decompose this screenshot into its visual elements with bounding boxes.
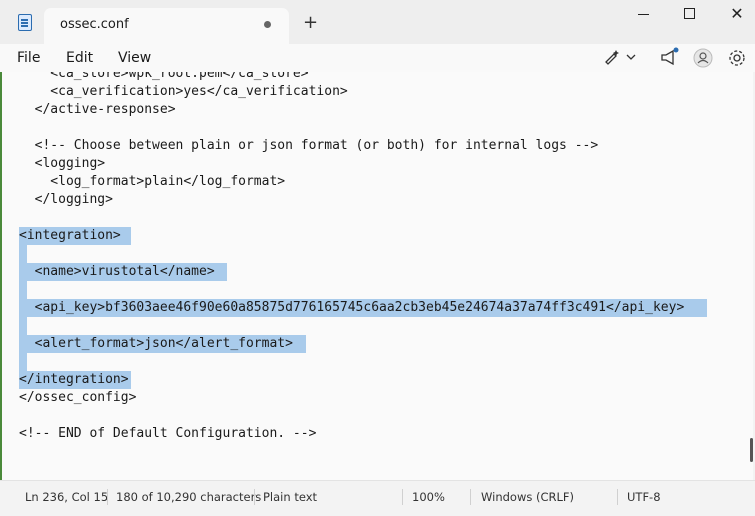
text-editor[interactable]: <ca_store>wpk_root.pem</ca_store> <ca_ve…	[2, 72, 753, 480]
maximize-icon	[684, 8, 695, 19]
zoom-level[interactable]: 100%	[412, 490, 445, 504]
status-bar: Ln 236, Col 15 180 of 10,290 characters …	[0, 480, 755, 516]
minimize-icon	[638, 14, 649, 15]
avatar-icon	[693, 48, 713, 68]
tab-title: ossec.conf	[60, 17, 129, 32]
menu-file[interactable]: File	[17, 50, 40, 66]
menu-bar: File Edit View	[0, 44, 755, 72]
line-ending[interactable]: Windows (CRLF)	[481, 490, 574, 504]
selection-highlight	[19, 317, 27, 335]
maximize-button[interactable]	[675, 4, 705, 24]
code-line: <logging>	[19, 156, 106, 171]
status-divider	[254, 489, 255, 505]
settings-button[interactable]	[726, 47, 748, 73]
menu-view[interactable]: View	[118, 50, 151, 66]
character-count: 180 of 10,290 characters	[116, 490, 262, 504]
code-line: </active-response>	[19, 102, 176, 117]
gear-icon	[729, 50, 745, 66]
status-divider	[617, 489, 618, 505]
close-button[interactable]: ✕	[722, 4, 752, 24]
selection-highlight	[19, 245, 27, 263]
unsaved-dot-icon[interactable]	[264, 21, 271, 28]
code-line: <ca_store>wpk_root.pem</ca_store>	[19, 72, 309, 81]
code-line: </integration>	[19, 372, 129, 387]
pen-sparkle-icon	[605, 50, 636, 65]
code-line: <integration>	[19, 228, 121, 243]
selection-highlight	[19, 353, 27, 371]
encoding[interactable]: UTF-8	[627, 490, 661, 504]
code-line: <!-- Choose between plain or json format…	[19, 138, 599, 153]
status-divider	[470, 489, 471, 505]
code-line: <!-- END of Default Configuration. -->	[19, 426, 317, 441]
notepad-app-icon	[18, 14, 32, 31]
account-button[interactable]	[692, 47, 714, 73]
feedback-button[interactable]	[659, 47, 681, 71]
close-icon: ✕	[730, 4, 744, 23]
new-tab-button[interactable]: +	[303, 14, 318, 32]
code-line: <log_format>plain</log_format>	[19, 174, 286, 189]
selection-highlight	[19, 281, 27, 299]
file-format: Plain text	[263, 490, 318, 504]
code-line: <name>virustotal</name>	[19, 264, 215, 279]
code-line: <ca_verification>yes</ca_verification>	[19, 84, 348, 99]
code-line: </ossec_config>	[19, 390, 137, 405]
tab-ossec-conf[interactable]: ossec.conf	[44, 8, 289, 44]
copilot-rewrite-button[interactable]	[603, 47, 637, 71]
menu-edit[interactable]: Edit	[66, 50, 93, 66]
code-line: </logging>	[19, 192, 113, 207]
megaphone-icon	[661, 47, 679, 66]
cursor-position[interactable]: Ln 236, Col 15	[25, 490, 108, 504]
code-line: <alert_format>json</alert_format>	[19, 336, 293, 351]
code-line: <api_key>bf3603aee46f90e60a85875d7761657…	[19, 300, 685, 315]
status-divider	[107, 489, 108, 505]
vertical-scrollbar-thumb[interactable]	[750, 438, 753, 462]
status-divider	[402, 489, 403, 505]
title-bar: ossec.conf + ✕	[0, 0, 755, 44]
minimize-button[interactable]	[630, 4, 660, 24]
